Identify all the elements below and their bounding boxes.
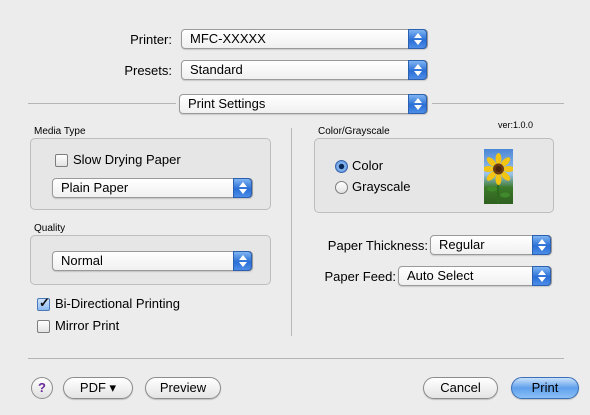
presets-popup[interactable]: Standard xyxy=(181,60,428,80)
printer-label: Printer: xyxy=(130,32,172,47)
popup-arrows-icon xyxy=(233,178,252,198)
color-radio[interactable] xyxy=(335,160,348,173)
printer-popup[interactable]: MFC-XXXXX xyxy=(181,29,428,49)
vertical-separator xyxy=(291,128,292,336)
presets-label: Presets: xyxy=(124,63,172,78)
color-grayscale-group xyxy=(314,138,554,213)
popup-arrows-icon xyxy=(408,29,427,49)
popup-arrows-icon xyxy=(532,266,551,286)
paper-type-popup[interactable]: Plain Paper xyxy=(52,178,253,198)
slow-drying-checkbox[interactable] xyxy=(55,154,68,167)
panel-popup[interactable]: Print Settings xyxy=(179,94,428,114)
quality-title: Quality xyxy=(34,223,66,234)
separator xyxy=(28,103,176,104)
sunflower-icon xyxy=(484,153,513,204)
pdf-button[interactable]: PDF ▾ xyxy=(63,377,133,399)
presets-value: Standard xyxy=(190,62,243,77)
color-grayscale-title: Color/Grayscale xyxy=(318,126,390,137)
color-radio-label: Color xyxy=(352,158,384,173)
panel-value: Print Settings xyxy=(188,96,266,111)
slow-drying-label: Slow Drying Paper xyxy=(73,152,181,167)
paper-thickness-popup[interactable]: Regular xyxy=(430,235,552,255)
media-type-group xyxy=(30,138,271,210)
paper-feed-value: Auto Select xyxy=(407,268,474,283)
paper-thickness-label: Paper Thickness: xyxy=(327,238,428,253)
paper-feed-label: Paper Feed: xyxy=(324,269,396,284)
popup-arrows-icon xyxy=(408,60,427,80)
bidirectional-label: Bi-Directional Printing xyxy=(55,296,180,311)
sunflower-preview-image xyxy=(484,149,513,204)
quality-value: Normal xyxy=(61,253,103,268)
mirror-print-label: Mirror Print xyxy=(55,318,120,333)
popup-arrows-icon xyxy=(408,94,427,114)
popup-arrows-icon xyxy=(532,235,551,255)
bidirectional-checkbox[interactable]: ✓ xyxy=(37,295,50,311)
printer-value: MFC-XXXXX xyxy=(190,31,266,46)
print-button[interactable]: Print xyxy=(511,377,579,399)
paper-feed-popup[interactable]: Auto Select xyxy=(398,266,552,286)
media-type-title: Media Type xyxy=(34,126,86,137)
grayscale-radio[interactable] xyxy=(335,181,348,194)
separator xyxy=(28,358,564,359)
paper-thickness-value: Regular xyxy=(439,237,485,252)
popup-arrows-icon xyxy=(233,251,252,271)
quality-popup[interactable]: Normal xyxy=(52,251,253,271)
version-label: ver:1.0.0 xyxy=(498,120,534,130)
mirror-print-checkbox[interactable] xyxy=(37,320,50,333)
grayscale-radio-label: Grayscale xyxy=(352,179,411,194)
preview-button[interactable]: Preview xyxy=(145,377,221,399)
paper-type-value: Plain Paper xyxy=(61,180,129,195)
cancel-button[interactable]: Cancel xyxy=(423,377,498,399)
help-button[interactable]: ? xyxy=(31,377,53,399)
separator xyxy=(432,103,564,104)
checkmark-icon: ✓ xyxy=(39,295,50,310)
